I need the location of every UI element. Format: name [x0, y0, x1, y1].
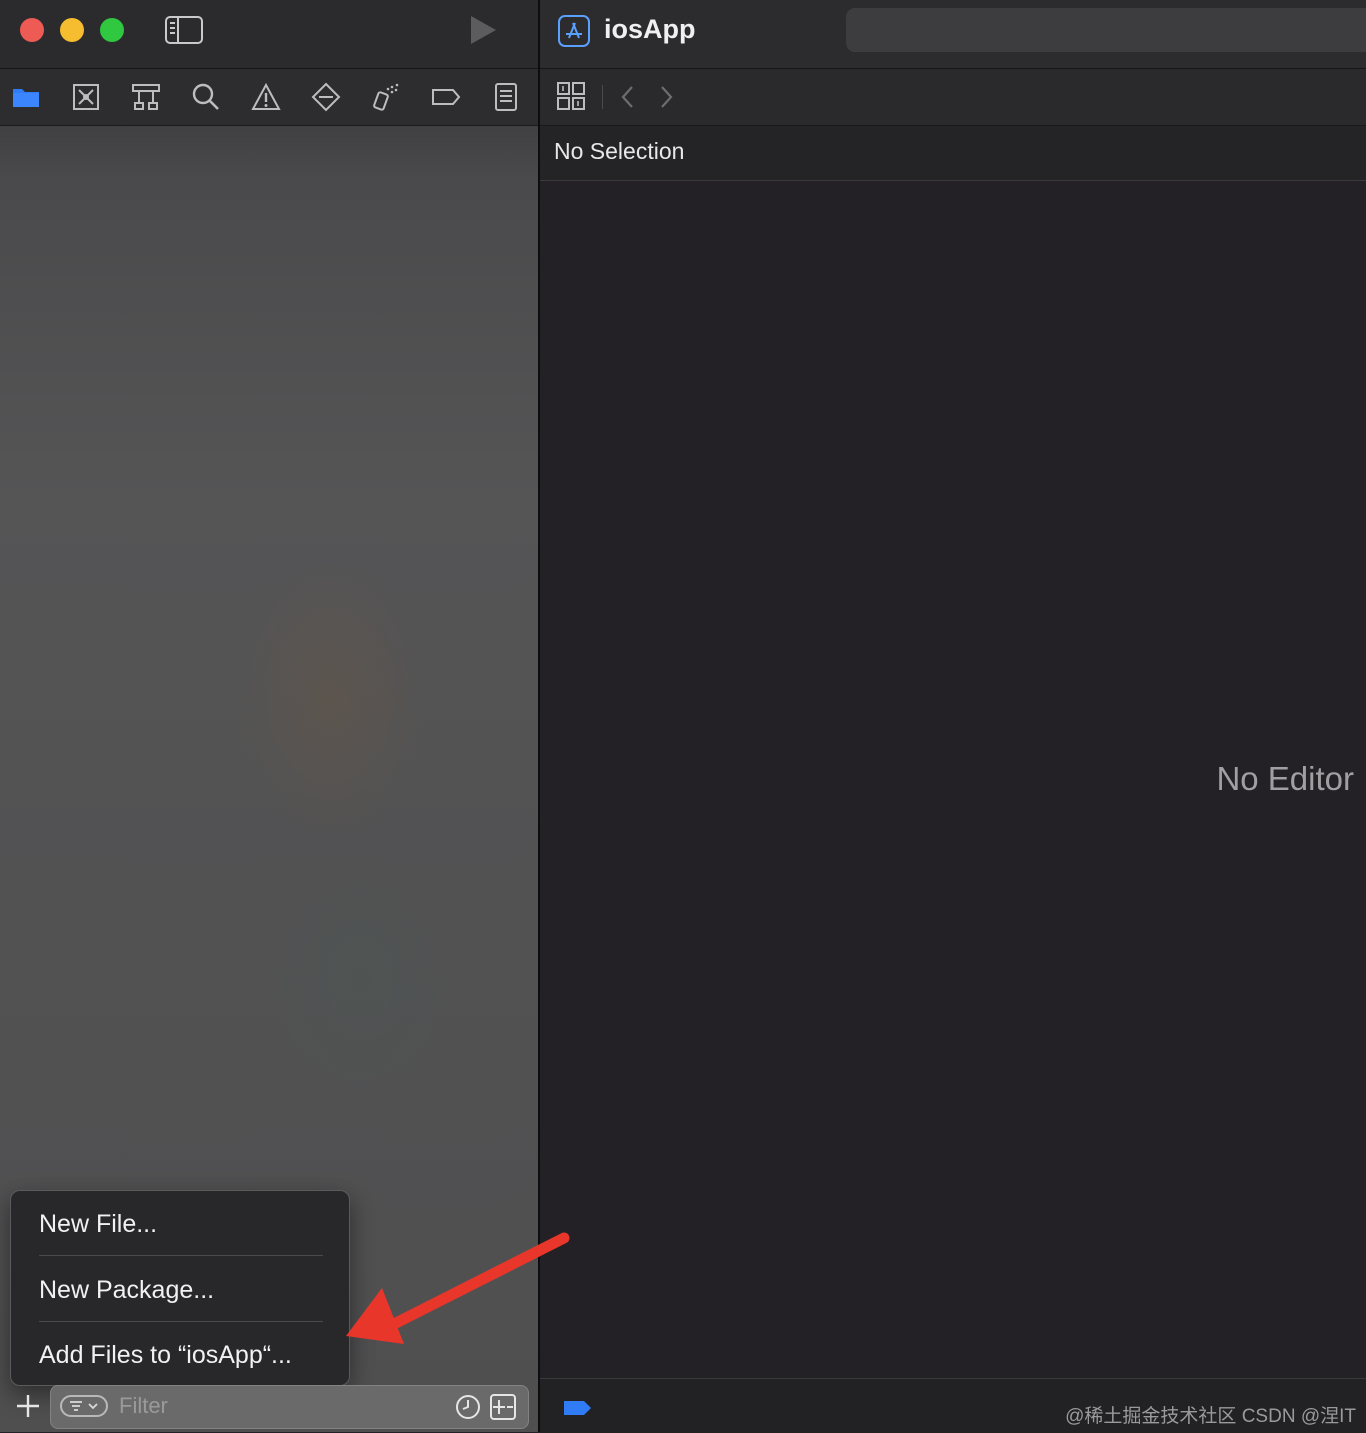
zoom-window-button[interactable]: [100, 18, 124, 42]
menu-separator: [39, 1321, 323, 1322]
filter-placeholder: Filter: [119, 1393, 168, 1418]
filter-field[interactable]: Filter: [50, 1385, 529, 1429]
activity-view: [846, 8, 1366, 52]
add-icon[interactable]: [14, 1392, 42, 1420]
breakpoint-icon[interactable]: [430, 81, 462, 113]
menu-item-add-files[interactable]: Add Files to “iosApp“...: [39, 1335, 329, 1375]
issue-icon[interactable]: [250, 81, 282, 113]
run-icon[interactable]: [466, 12, 500, 48]
back-chevron-icon[interactable]: [618, 83, 638, 111]
no-editor-message: No Editor: [1216, 760, 1354, 797]
window-titlebar: [0, 0, 538, 69]
menu-item-new-package[interactable]: New Package...: [39, 1270, 329, 1310]
project-title[interactable]: iosApp: [604, 14, 696, 45]
close-window-button[interactable]: [20, 18, 44, 42]
report-icon[interactable]: [490, 81, 522, 113]
folder-icon[interactable]: [10, 81, 42, 113]
menu-separator: [39, 1255, 323, 1256]
symbol-icon[interactable]: [130, 81, 162, 113]
add-menu: New File... New Package... Add Files to …: [10, 1190, 350, 1386]
editor-titlebar: iosApp: [540, 0, 1366, 69]
navigator-pane: New File... New Package... Add Files to …: [0, 0, 538, 1432]
app-icon: [558, 15, 590, 47]
related-items-icon[interactable]: [556, 81, 586, 111]
find-icon[interactable]: [190, 81, 222, 113]
pane-divider[interactable]: [538, 0, 540, 1432]
debug-icon[interactable]: [370, 81, 402, 113]
minimize-window-button[interactable]: [60, 18, 84, 42]
watermark: @稀土掘金技术社区 CSDN @涅IT: [1065, 1406, 1356, 1427]
annotation-arrow-icon: [338, 1226, 578, 1356]
debug-bar: @稀土掘金技术社区 CSDN @涅IT: [540, 1378, 1366, 1433]
test-icon[interactable]: [310, 81, 342, 113]
jump-bar: No Selection: [540, 126, 1366, 181]
recent-files-icon[interactable]: [455, 1394, 481, 1420]
source-control-filter-icon[interactable]: [489, 1393, 517, 1421]
source-control-icon[interactable]: [70, 81, 102, 113]
menu-item-new-file[interactable]: New File...: [39, 1204, 329, 1244]
sidebar-toggle-icon[interactable]: [164, 14, 204, 46]
breakpoints-toggle-icon[interactable]: [562, 1399, 594, 1417]
toolbar-separator: [602, 85, 603, 109]
jump-bar-label: No Selection: [554, 138, 685, 164]
editor-toolbar: [540, 69, 1366, 126]
forward-chevron-icon[interactable]: [656, 83, 676, 111]
filter-options-icon[interactable]: [60, 1395, 108, 1417]
navigator-selector-bar: [0, 69, 538, 126]
